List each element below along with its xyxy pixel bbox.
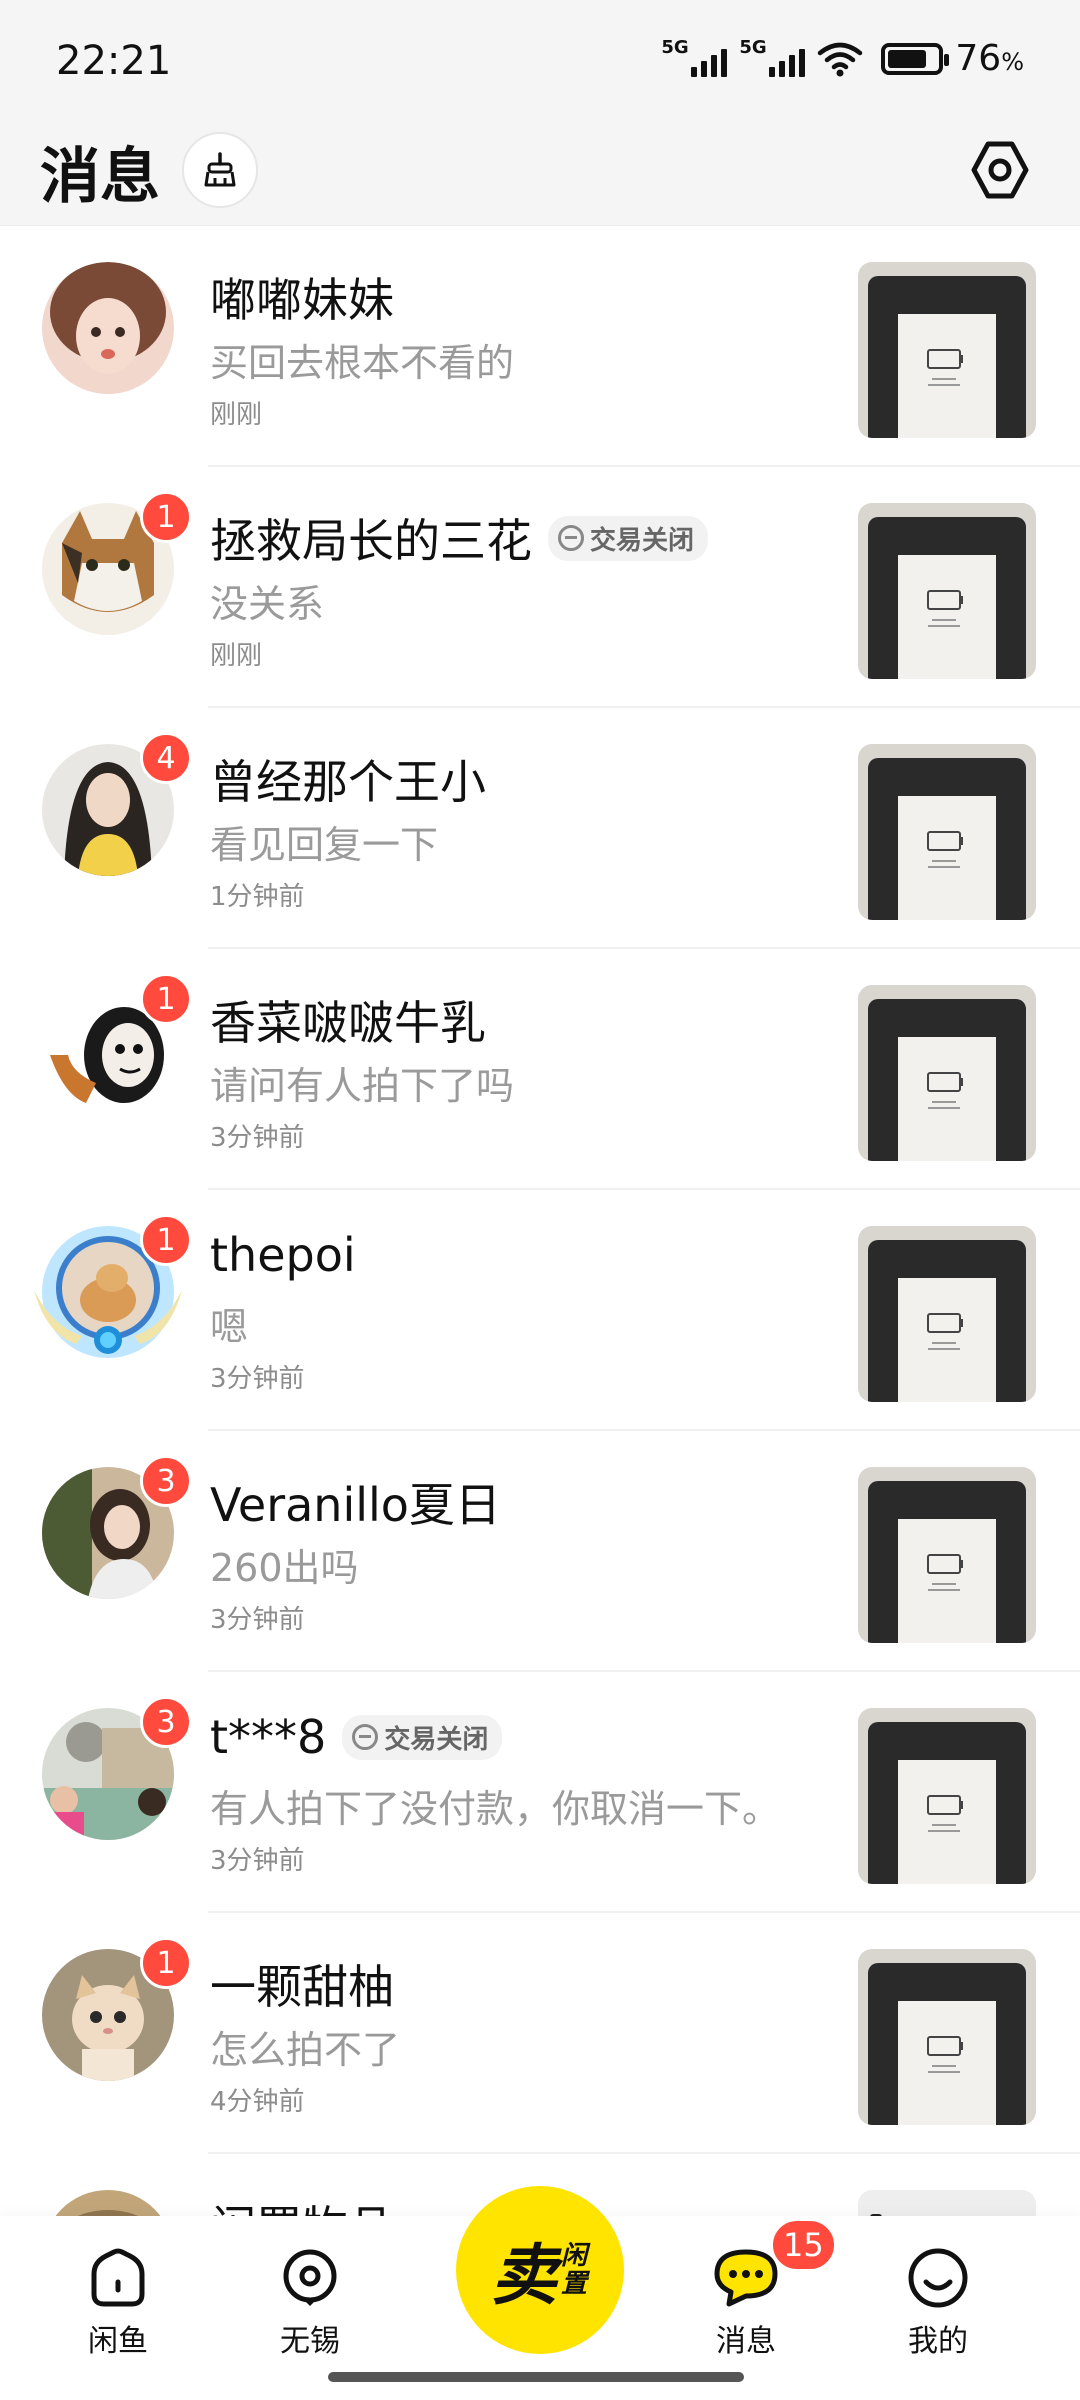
minus-circle-icon [352,1724,379,1750]
home-icon [91,2248,145,2307]
message-preview: 买回去根本不看的 [210,341,515,385]
conversation-row[interactable]: 1 香菜啵啵牛乳 请问有人拍下了吗 3分钟前 [0,949,1080,1190]
status-time: 22:21 [56,38,172,84]
message-time: 刚刚 [210,400,263,430]
clean-unread-button[interactable] [182,132,258,208]
conversation-row[interactable]: 1 拯救局长的三花 交易关闭 没关系 刚刚 [0,467,1080,708]
contact-name: Veranillo夏日 [210,1478,501,1532]
conversation-row[interactable]: 3 t***8 交易关闭 有人拍下了没付款，你取消一下。 3分钟前 [0,1672,1080,1913]
contact-name: t***8 [210,1710,327,1764]
status-icons: 5G 5G 76% [661,37,1024,80]
unread-badge: 3 [140,1696,192,1748]
unread-badge: 1 [140,1937,192,1989]
item-thumbnail[interactable] [858,262,1036,438]
contact-name: 一颗甜柚 [210,1960,394,2014]
settings-button[interactable] [964,134,1036,206]
message-preview: 260出吗 [210,1546,359,1590]
item-thumbnail[interactable] [858,1949,1036,2125]
status-bar: 22:21 5G 5G 76% [0,0,1080,120]
message-preview: 有人拍下了没付款，你取消一下。 [210,1787,781,1831]
message-count-badge: 15 [770,2218,837,2272]
contact-name: 香菜啵啵牛乳 [210,996,486,1050]
contact-name: 拯救局长的三花 [210,514,532,568]
message-preview: 请问有人拍下了吗 [210,1064,515,1108]
message-time: 1分钟前 [210,882,305,912]
unread-badge: 1 [140,491,192,543]
avatar[interactable] [42,262,174,394]
unread-badge: 3 [140,1455,192,1507]
item-thumbnail[interactable] [858,1708,1036,1884]
nav-label: 无锡 [280,2324,340,2359]
message-time: 3分钟前 [210,1846,305,1876]
nav-profile[interactable]: 我的 [868,2246,1008,2360]
contact-name: thepoi [210,1228,356,1282]
broom-icon [204,152,236,187]
nav-label: 我的 [908,2324,968,2359]
message-preview: 没关系 [210,582,325,626]
unread-badge: 1 [140,973,192,1025]
message-preview: 怎么拍不了 [210,2028,401,2072]
item-thumbnail[interactable] [858,1226,1036,1402]
unread-badge: 1 [140,1214,192,1266]
contact-name: 曾经那个王小 [210,755,486,809]
message-time: 3分钟前 [210,1123,305,1153]
item-thumbnail[interactable] [858,985,1036,1161]
trade-closed-tag: 交易关闭 [548,515,709,561]
signal-icon-2: 5G [739,37,806,77]
nav-label: 闲鱼 [88,2324,148,2359]
nav-home[interactable]: 闲鱼 [48,2246,188,2360]
item-thumbnail[interactable] [858,503,1036,679]
battery-icon [881,42,950,75]
trade-closed-tag: 交易关闭 [342,1714,503,1760]
item-thumbnail[interactable] [858,1467,1036,1643]
settings-hex-icon [971,141,1029,199]
conversation-row[interactable]: 嘟嘟妹妹 买回去根本不看的 刚刚 [0,226,1080,467]
message-icon [714,2249,778,2307]
profile-icon [908,2248,968,2308]
nav-location[interactable]: 无锡 [240,2246,380,2360]
message-time: 3分钟前 [210,1605,305,1635]
conversation-row[interactable]: 1 thepoi 嗯 3分钟前 [0,1190,1080,1431]
unread-badge: 4 [140,732,192,784]
contact-name: 嘟嘟妹妹 [210,273,394,327]
wifi-icon [818,42,863,76]
minus-circle-icon [558,525,584,551]
nav-label: 消息 [716,2324,776,2359]
item-thumbnail[interactable] [858,744,1036,920]
sell-label: 卖 [491,2237,557,2314]
message-time: 3分钟前 [210,1364,305,1394]
signal-icon: 5G [661,37,728,77]
sell-button[interactable]: 卖 闲置 [456,2186,624,2354]
conversation-row[interactable]: 4 曾经那个王小 看见回复一下 1分钟前 [0,708,1080,949]
home-indicator[interactable] [328,2372,744,2382]
conversation-list: 嘟嘟妹妹 买回去根本不看的 刚刚 1 拯救局长的三花 交易关闭 没关系 刚刚 4… [0,226,1080,2395]
location-icon [283,2249,337,2306]
message-preview: 看见回复一下 [210,823,439,867]
conversation-row[interactable]: 1 一颗甜柚 怎么拍不了 4分钟前 [0,1913,1080,2154]
sell-sub-label: 闲置 [561,2241,588,2299]
battery-percent: 76% [955,38,1024,79]
message-preview: 嗯 [210,1305,249,1349]
conversation-row[interactable]: 3 Veranillo夏日 260出吗 3分钟前 [0,1431,1080,1672]
message-time: 刚刚 [210,641,263,671]
message-time: 4分钟前 [210,2087,305,2117]
header: 消息 [0,120,1080,226]
page-title: 消息 [40,142,160,212]
